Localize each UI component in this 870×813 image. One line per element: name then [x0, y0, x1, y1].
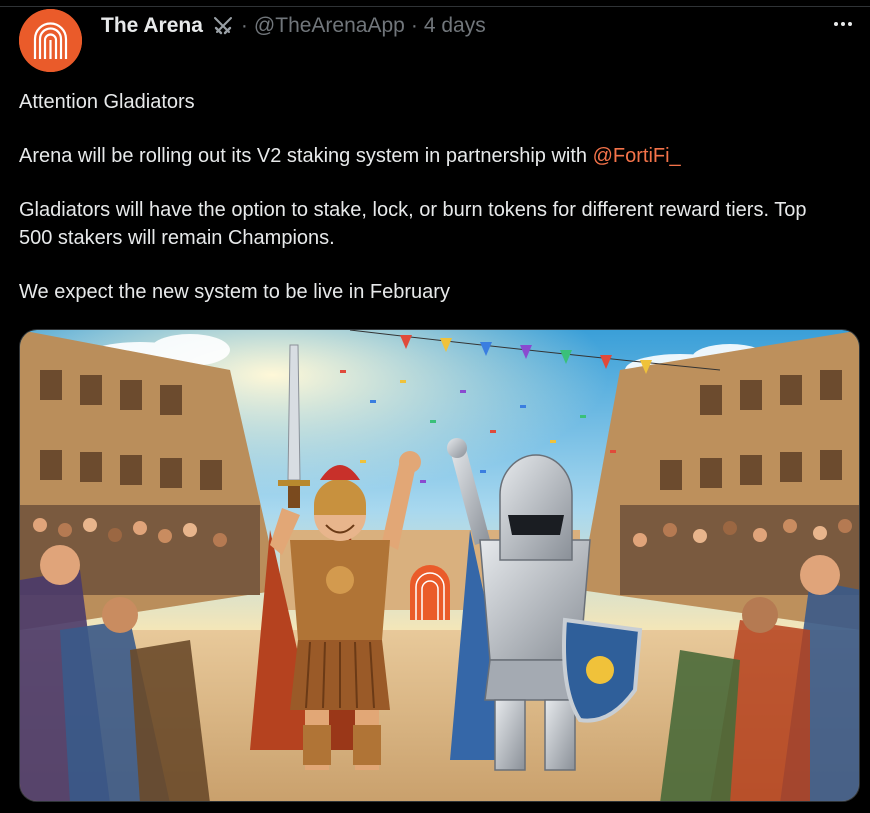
author-handle[interactable]: @TheArenaApp — [254, 14, 405, 38]
gladiator-arena-illustration — [20, 330, 859, 801]
fortifi-mention-link[interactable]: @FortiFi_ — [593, 145, 681, 167]
author-avatar[interactable] — [19, 9, 82, 72]
header-separator: · — [240, 14, 248, 37]
post-line-1: Attention Gladiators — [19, 91, 195, 113]
post-body: Attention Gladiators Arena will be rolli… — [19, 88, 829, 332]
more-options-icon[interactable] — [828, 14, 858, 34]
post-header: The Arena · @TheArenaApp · 4 days — [101, 12, 486, 40]
post-line-4: We expect the new system to be live in F… — [19, 281, 450, 303]
post-line-2: Arena will be rolling out its V2 staking… — [19, 142, 829, 170]
post-line-3: Gladiators will have the option to stake… — [19, 199, 807, 249]
post-line-2-text: Arena will be rolling out its V2 staking… — [19, 145, 593, 167]
top-divider — [0, 6, 870, 7]
arena-logo-icon — [19, 9, 82, 72]
author-display-name[interactable]: The Arena — [101, 14, 203, 38]
post-media-image[interactable] — [19, 329, 860, 802]
post-timestamp[interactable]: 4 days — [424, 14, 486, 38]
crossed-swords-icon — [211, 14, 235, 38]
header-separator-2: · — [410, 14, 418, 37]
